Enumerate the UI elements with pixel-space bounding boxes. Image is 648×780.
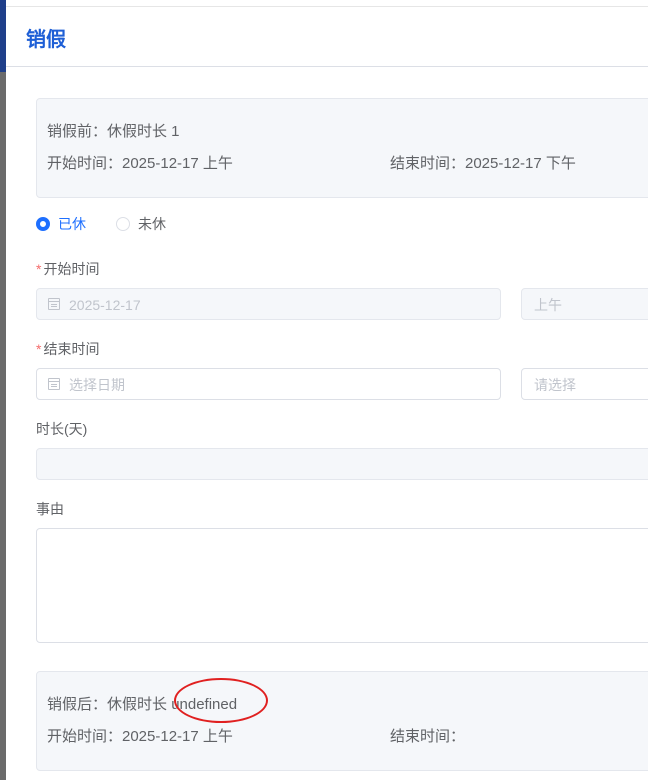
dialog-title: 销假 — [26, 29, 66, 51]
start-date-input[interactable]: 2025-12-17 — [36, 288, 501, 320]
before-duration-text: 销假前：休假时长 1 — [47, 123, 180, 140]
after-duration-prefix: 销假后：休假时长 — [47, 696, 168, 713]
before-end-time-text: 结束时间：2025-12-17 下午 — [390, 155, 576, 172]
after-start-time-text: 开始时间：2025-12-17 上午 — [47, 728, 233, 745]
after-info-panel: 销假后：休假时长 undefined 开始时间：2025-12-17 上午 结束… — [36, 671, 648, 771]
before-info-panel: 销假前：休假时长 1 开始时间：2025-12-17 上午 结束时间：2025-… — [36, 98, 648, 198]
start-time-label-text: 开始时间 — [43, 261, 100, 277]
dialog-header: 销假 — [6, 7, 648, 67]
start-date-value: 2025-12-17 — [69, 297, 141, 313]
reason-textarea[interactable] — [36, 528, 648, 643]
start-period-select[interactable]: 上午 — [521, 288, 648, 320]
end-period-select[interactable]: 请选择 — [521, 368, 648, 400]
required-mark: * — [36, 341, 42, 357]
before-start-time-text: 开始时间：2025-12-17 上午 — [47, 155, 233, 172]
calendar-icon — [48, 298, 60, 310]
end-time-label: * 结束时间 — [36, 340, 99, 358]
end-date-input[interactable]: 选择日期 — [36, 368, 501, 400]
cancel-leave-dialog: 销假 销假前：休假时长 1 开始时间：2025-12-17 上午 结束时间：20… — [6, 0, 648, 780]
start-time-label: * 开始时间 — [36, 260, 99, 278]
radio-rested-circle[interactable] — [36, 217, 50, 231]
duration-label: 时长(天) — [36, 421, 88, 437]
after-end-time-text: 结束时间： — [390, 728, 466, 745]
required-mark: * — [36, 261, 42, 277]
calendar-icon — [48, 378, 60, 390]
duration-input — [36, 448, 648, 480]
end-period-placeholder: 请选择 — [534, 377, 576, 393]
end-time-label-text: 结束时间 — [43, 341, 100, 357]
annotation-circle — [174, 678, 268, 723]
end-date-placeholder: 选择日期 — [69, 377, 125, 393]
radio-rested-label[interactable]: 已休 — [58, 215, 86, 233]
radio-not-rested-circle[interactable] — [116, 217, 130, 231]
reason-label: 事由 — [36, 501, 64, 517]
radio-not-rested-label[interactable]: 未休 — [138, 215, 166, 233]
start-period-value: 上午 — [534, 297, 562, 313]
